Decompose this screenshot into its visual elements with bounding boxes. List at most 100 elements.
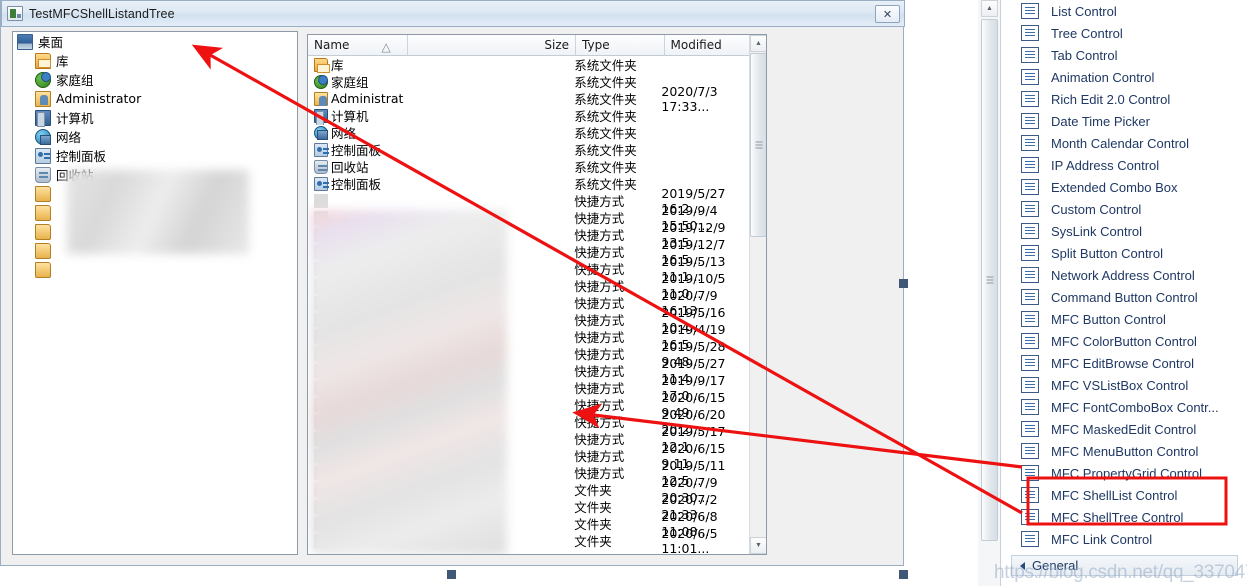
tree-item[interactable]: Administrator: [13, 89, 297, 108]
table-row[interactable]: 控制面板 系统文件夹: [308, 141, 766, 158]
toolbox-item[interactable]: Command Button Control: [1001, 286, 1247, 308]
toolbox-item[interactable]: Extended Combo Box: [1001, 176, 1247, 198]
tree-item[interactable]: 库: [13, 51, 297, 70]
column-header-modified[interactable]: Modified: [665, 35, 754, 55]
list-control-icon: [1021, 3, 1039, 19]
shell-list-control[interactable]: Name △ Size Type Modified 库系统文件夹 家庭组 系统文件夹 Admi…: [307, 34, 767, 555]
toolbox-item[interactable]: MFC Link Control: [1001, 528, 1247, 550]
toolbox-item[interactable]: MFC FontComboBox Contr...: [1001, 396, 1247, 418]
library-icon: [314, 57, 330, 73]
watermark-text: https://blog.csdn.net/qq_337047487: [994, 562, 1247, 583]
toolbox-item[interactable]: MFC PropertyGrid Control: [1001, 462, 1247, 484]
sort-ascending-icon: △: [381, 40, 391, 54]
toolbox-item[interactable]: Split Button Control: [1001, 242, 1247, 264]
toolbox-item-label: MFC PropertyGrid Control: [1051, 465, 1202, 481]
toolbox-item-list[interactable]: List Control Tree Control Tab Control Anima…: [1001, 0, 1247, 550]
toolbox-item[interactable]: IP Address Control: [1001, 154, 1247, 176]
computer-icon: [35, 109, 51, 127]
toolbox-item-label: MFC Link Control: [1051, 531, 1153, 547]
user-folder-icon: [314, 91, 328, 106]
toolbox-item[interactable]: Custom Control: [1001, 198, 1247, 220]
toolbox-item[interactable]: Network Address Control: [1001, 264, 1247, 286]
table-row[interactable]: 库系统文件夹: [308, 56, 766, 73]
scroll-down-icon[interactable]: ▼: [750, 537, 766, 554]
scrollbar-thumb[interactable]: [750, 53, 766, 237]
tree-item-label: 计算机: [56, 111, 94, 126]
computer-icon: [314, 108, 328, 125]
toolbox-item-label: Split Button Control: [1051, 245, 1164, 261]
tree-item-label: Administrator: [56, 91, 142, 106]
window-title: TestMFCShellListandTree: [29, 6, 175, 21]
resize-handle-bottom-right[interactable]: [899, 570, 908, 579]
shell-tree-control[interactable]: 桌面库家庭组Administrator计算机网络控制面板回收站: [12, 31, 298, 555]
folder-icon: [35, 223, 51, 240]
toolbox-item-label: MFC ShellList Control: [1051, 487, 1178, 503]
tree-item[interactable]: 控制面板: [13, 146, 297, 165]
tree-item[interactable]: 计算机: [13, 108, 297, 127]
toolbox-item-label: Date Time Picker: [1051, 113, 1150, 129]
column-header-size[interactable]: Size: [408, 35, 577, 55]
list-column-header[interactable]: Name △ Size Type Modified: [308, 35, 766, 56]
resize-handle-right-middle[interactable]: [899, 279, 908, 288]
toolbox-item[interactable]: MFC ShellTree Control: [1001, 506, 1247, 528]
toolbox-item[interactable]: MFC VSListBox Control: [1001, 374, 1247, 396]
table-row[interactable]: 回收站 系统文件夹: [308, 158, 766, 175]
toolbox-item[interactable]: MFC MenuButton Control: [1001, 440, 1247, 462]
cell-name: [308, 193, 404, 208]
toolbox-panel[interactable]: List Control Tree Control Tab Control Anima…: [1000, 0, 1247, 586]
cell-name-label: 控制面板: [331, 177, 382, 192]
tree-item[interactable]: 网络: [13, 127, 297, 146]
toolbox-item[interactable]: Tab Control: [1001, 44, 1247, 66]
recycle-bin-icon: [314, 159, 328, 174]
toolbox-item[interactable]: Tree Control: [1001, 22, 1247, 44]
toolbox-item[interactable]: Date Time Picker: [1001, 110, 1247, 132]
scroll-up-icon[interactable]: ▲: [750, 35, 766, 52]
tree-control-icon: [1021, 25, 1039, 41]
column-header-type[interactable]: Type: [576, 35, 665, 55]
toolbox-item[interactable]: MFC ColorButton Control: [1001, 330, 1247, 352]
toolbox-item[interactable]: Animation Control: [1001, 66, 1247, 88]
toolbox-item[interactable]: MFC Button Control: [1001, 308, 1247, 330]
dialog-design-surface[interactable]: TestMFCShellListandTree ✕ 桌面库家庭组 Administ…: [0, 0, 905, 566]
library-icon: [35, 52, 51, 69]
mfc-shelllist-icon: [1021, 487, 1039, 503]
close-icon[interactable]: ✕: [875, 5, 900, 23]
mfc-propertygrid-icon: [1021, 465, 1039, 481]
cell-type: 文件夹: [574, 534, 612, 549]
command-button-icon: [1021, 289, 1039, 305]
toolbox-item[interactable]: List Control: [1001, 0, 1247, 22]
toolbox-item[interactable]: Rich Edit 2.0 Control: [1001, 88, 1247, 110]
screenshot-root: TestMFCShellListandTree ✕ 桌面库家庭组 Administ…: [0, 0, 1247, 586]
toolbox-item[interactable]: Month Calendar Control: [1001, 132, 1247, 154]
toolbox-item[interactable]: MFC MaskedEdit Control: [1001, 418, 1247, 440]
table-row[interactable]: Administrator系统文件夹2020/7/3 17:33...: [308, 84, 766, 114]
toolbox-scrollbar-thumb[interactable]: [981, 19, 998, 541]
list-vertical-scrollbar[interactable]: ▲ ▼: [749, 35, 766, 554]
app-icon: [7, 6, 23, 21]
folder-icon: [35, 242, 51, 259]
table-row[interactable]: 网络 系统文件夹: [308, 124, 766, 141]
homegroup-icon: [314, 74, 328, 89]
tree-item-label: 家庭组: [56, 73, 94, 88]
network-icon: [35, 128, 51, 145]
toolbox-scroll-up-icon[interactable]: ▲: [981, 0, 998, 17]
desktop-icon: [17, 33, 33, 50]
mfc-link-icon: [1021, 531, 1039, 547]
toolbox-item[interactable]: SysLink Control: [1001, 220, 1247, 242]
network-icon: [314, 125, 328, 140]
folder-icon: [35, 261, 51, 278]
toolbox-item[interactable]: MFC EditBrowse Control: [1001, 352, 1247, 374]
resize-handle-bottom-center[interactable]: [447, 570, 456, 579]
toolbox-outer-scrollbar[interactable]: ▲: [978, 0, 1000, 586]
tree-item[interactable]: 家庭组: [13, 70, 297, 89]
cell-name: 控制面板: [308, 174, 404, 193]
cell-name: Administrator: [308, 91, 404, 106]
window-titlebar[interactable]: TestMFCShellListandTree ✕: [1, 0, 905, 27]
toolbox-item-label: MFC FontComboBox Contr...: [1051, 399, 1219, 415]
date-time-picker-icon: [1021, 113, 1039, 129]
tree-item[interactable]: [13, 260, 297, 279]
tree-item[interactable]: 桌面: [13, 32, 297, 51]
toolbox-item[interactable]: MFC ShellList Control: [1001, 484, 1247, 506]
column-header-name[interactable]: Name △: [308, 35, 408, 55]
toolbox-item-label: Tree Control: [1051, 25, 1123, 41]
